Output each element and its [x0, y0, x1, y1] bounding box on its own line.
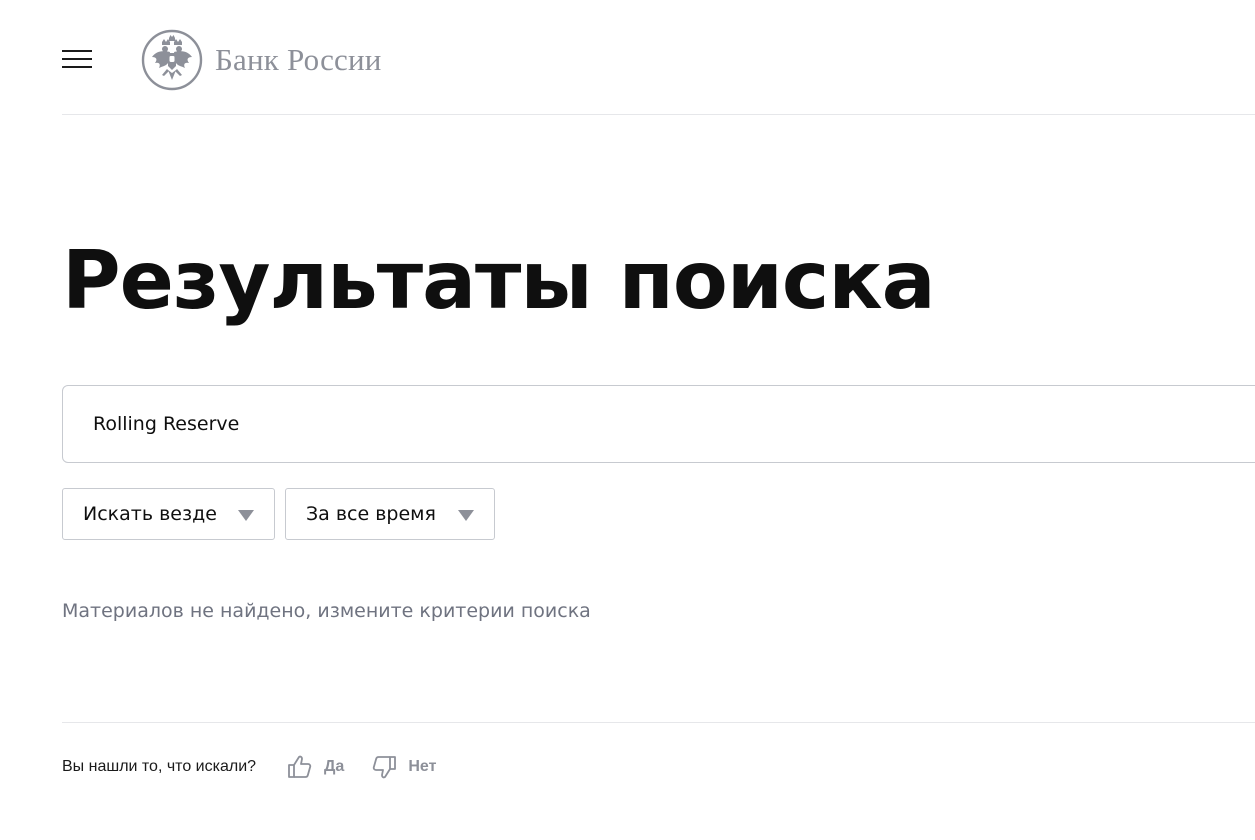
feedback-yes-label: Да — [324, 758, 345, 775]
menu-icon-line — [62, 58, 92, 60]
page-title: Результаты поиска — [62, 234, 936, 327]
scope-filter-dropdown[interactable]: Искать везде — [62, 488, 275, 540]
menu-icon[interactable] — [62, 49, 92, 71]
no-results-message: Материалов не найдено, измените критерии… — [62, 600, 591, 622]
thumbs-up-icon — [288, 755, 312, 778]
double-headed-eagle-icon — [141, 29, 203, 91]
feedback-yes-button[interactable]: Да — [286, 753, 344, 781]
feedback-block: Вы нашли то, что искали? Да Нет — [62, 752, 436, 782]
menu-icon-line — [62, 50, 92, 52]
thumbs-down-icon — [373, 756, 397, 779]
chevron-down-icon — [238, 510, 254, 521]
page: Банк России Результаты поиска Искать вез… — [0, 0, 1255, 840]
period-filter-dropdown[interactable]: За все время — [285, 488, 495, 540]
chevron-down-icon — [458, 510, 474, 521]
feedback-no-label: Нет — [408, 758, 437, 775]
site-header: Банк России — [62, 0, 1255, 115]
period-filter-label: За все время — [306, 503, 436, 525]
divider — [62, 722, 1255, 723]
feedback-no-button[interactable]: Нет — [370, 753, 436, 781]
bank-logo-link[interactable]: Банк России — [141, 28, 382, 92]
scope-filter-label: Искать везде — [83, 503, 217, 525]
search-input[interactable] — [93, 386, 1193, 462]
logo-text: Банк России — [215, 42, 382, 77]
feedback-question: Вы нашли то, что искали? — [62, 758, 257, 775]
search-box[interactable] — [62, 385, 1255, 463]
menu-icon-line — [62, 66, 92, 68]
